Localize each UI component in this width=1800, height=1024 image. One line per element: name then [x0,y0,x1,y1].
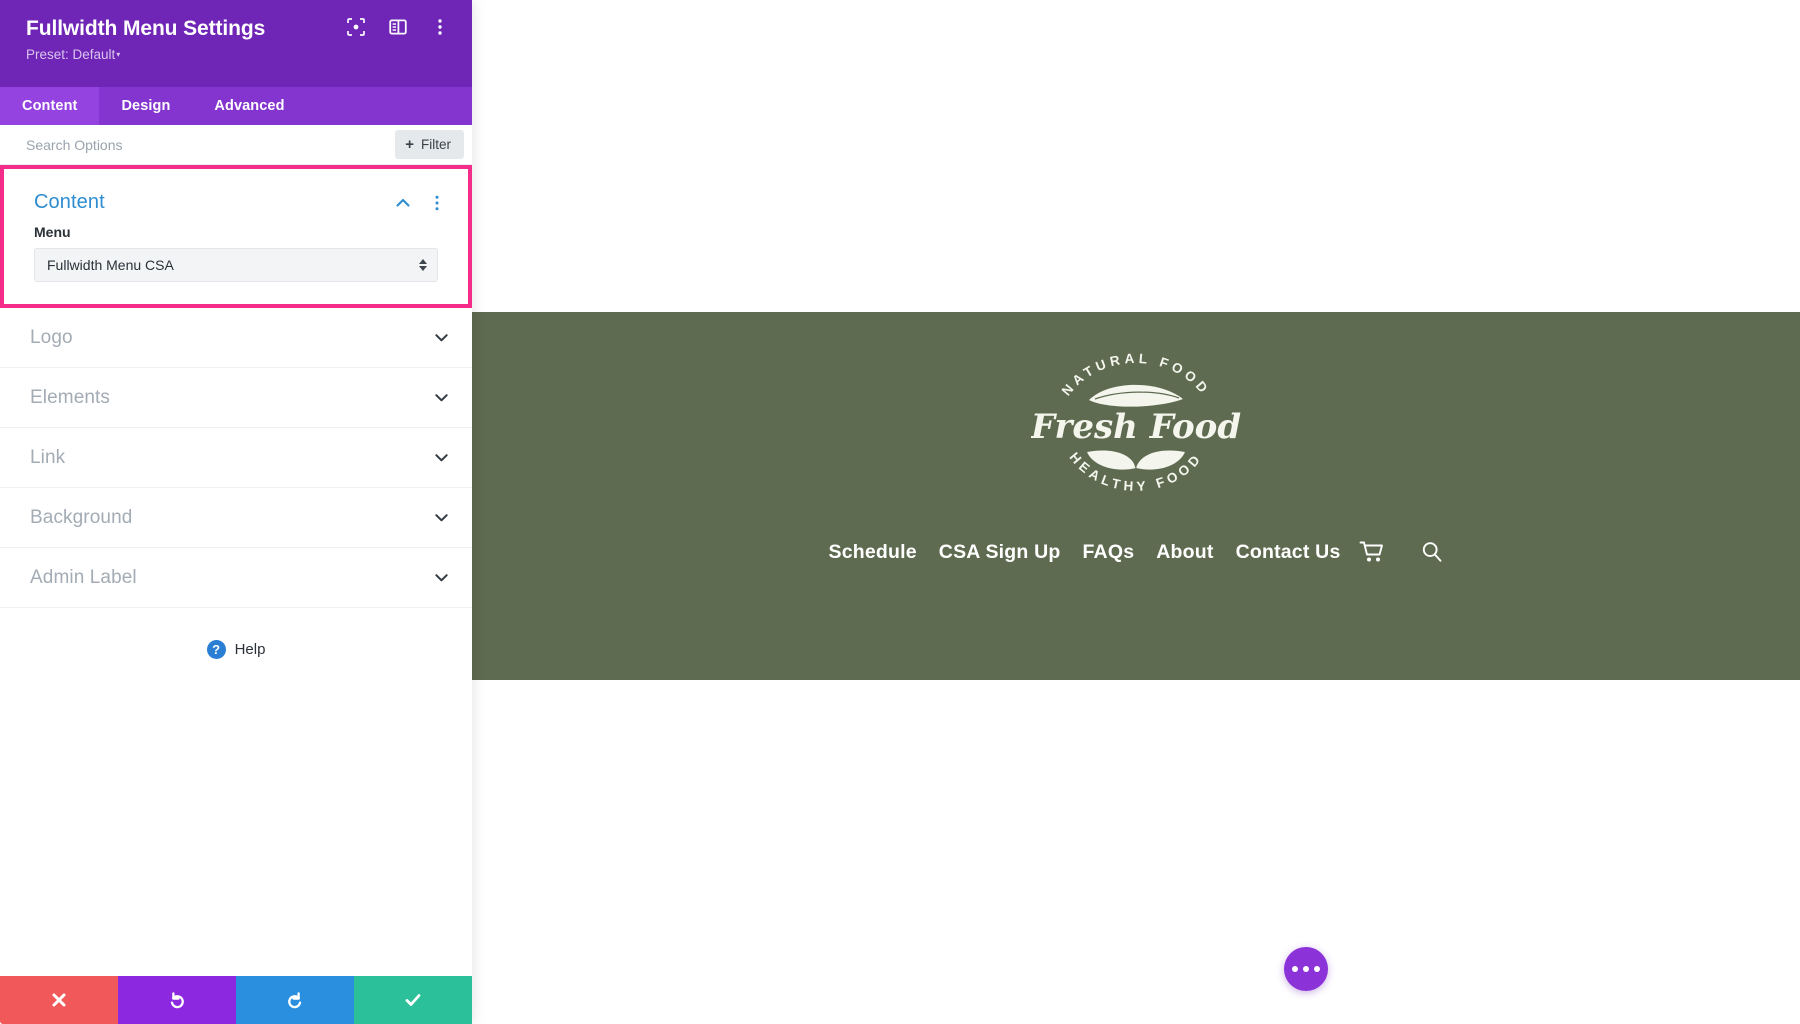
close-button[interactable] [0,976,118,1024]
nav-item-schedule[interactable]: Schedule [828,541,916,564]
chevron-down-icon[interactable] [433,329,450,346]
focus-icon[interactable] [346,17,366,37]
menu-select-value: Fullwidth Menu CSA [47,257,174,273]
fullwidth-menu-module: NATURAL FOOD HEALTHY FOOD Fresh Food Sch… [472,312,1800,680]
filter-button-label: Filter [421,137,451,152]
toggle-link[interactable]: Link [0,428,472,488]
panel-header: Fullwidth Menu Settings Preset: Default▾ [0,0,472,87]
page-preview: NATURAL FOOD HEALTHY FOOD Fresh Food Sch… [472,0,1800,1024]
ellipsis-icon [1292,966,1298,972]
toggle-content-actions [394,194,446,212]
toggle-background-title: Background [30,506,133,528]
nav-item-csa-sign-up[interactable]: CSA Sign Up [939,541,1061,564]
help-icon: ? [206,640,226,659]
tab-content[interactable]: Content [0,87,100,125]
shopping-cart-icon[interactable] [1359,540,1385,564]
help-label: Help [234,641,266,658]
redo-button[interactable] [236,976,354,1024]
plus-icon: + [405,136,414,153]
panel-header-actions [346,17,450,37]
toggle-background[interactable]: Background [0,488,472,548]
content-section-highlight: Content Menu Fullwidth Menu CSA [0,165,472,308]
nav-item-faqs[interactable]: FAQs [1083,541,1135,564]
ellipsis-icon [1303,966,1309,972]
menu-nav: Schedule CSA Sign Up FAQs About Contact … [472,540,1800,564]
chevron-down-icon[interactable] [433,569,450,586]
preset-selector[interactable]: Preset: Default▾ [26,47,450,63]
tab-design[interactable]: Design [99,87,192,125]
chevron-down-icon: ▾ [116,50,121,59]
toggle-elements[interactable]: Elements [0,368,472,428]
undo-arrow-icon [170,992,184,1009]
nav-item-about[interactable]: About [1156,541,1213,564]
menu-field-label: Menu [34,224,71,240]
more-options-icon[interactable] [430,17,450,37]
check-icon [405,994,421,1006]
toggle-content-title: Content [34,191,105,213]
toggle-link-title: Link [30,446,66,468]
toggle-logo[interactable]: Logo [0,308,472,368]
settings-panel: Fullwidth Menu Settings Preset: Default▾ [0,0,472,1024]
panel-tabs: Content Design Advanced [0,87,472,125]
section-more-options-icon[interactable] [428,194,446,212]
toggle-admin-label[interactable]: Admin Label [0,548,472,608]
undo-button[interactable] [118,976,236,1024]
ellipsis-icon [1314,966,1320,972]
nav-item-contact-us[interactable]: Contact Us [1236,541,1341,564]
redo-arrow-icon [288,992,302,1009]
layout-panel-icon[interactable] [388,17,408,37]
preset-label: Preset: Default [26,47,116,62]
tab-advanced[interactable]: Advanced [192,87,306,125]
fresh-food-logo-icon: NATURAL FOOD HEALTHY FOOD Fresh Food [1030,351,1241,494]
search-input[interactable] [26,136,396,153]
toggle-admin-label-title: Admin Label [30,566,137,588]
panel-body: Content Menu Fullwidth Menu CSA Logo Ele… [0,165,472,976]
toggle-elements-title: Elements [30,386,111,408]
toggle-logo-title: Logo [30,326,73,348]
chevron-down-icon[interactable] [433,389,450,406]
help-button[interactable]: ? Help [0,608,472,659]
save-button[interactable] [354,976,472,1024]
search-bar: + Filter [0,125,472,165]
toggle-content: Content Menu Fullwidth Menu CSA [4,169,468,304]
logo-bottom-arc-text: HEALTHY FOOD [1067,449,1202,494]
svg-text:HEALTHY FOOD: HEALTHY FOOD [1067,449,1206,494]
panel-footer [0,976,472,1024]
menu-select[interactable]: Fullwidth Menu CSA [34,248,438,282]
menu-field: Menu Fullwidth Menu CSA [4,224,468,282]
menu-select-wrapper: Fullwidth Menu CSA [34,248,438,282]
filter-button[interactable]: + Filter [395,130,464,159]
page-settings-fab[interactable] [1284,947,1328,991]
logo-script-text: Fresh Food [1031,407,1241,447]
chevron-down-icon[interactable] [433,509,450,526]
search-icon[interactable] [1420,540,1444,564]
app-root: Fullwidth Menu Settings Preset: Default▾ [0,0,1800,1024]
cross-icon [52,993,66,1007]
chevron-down-icon[interactable] [433,449,450,466]
chevron-up-icon[interactable] [394,194,412,212]
toggle-content-header[interactable]: Content [4,169,468,224]
site-logo: NATURAL FOOD HEALTHY FOOD Fresh Food [1030,340,1241,510]
